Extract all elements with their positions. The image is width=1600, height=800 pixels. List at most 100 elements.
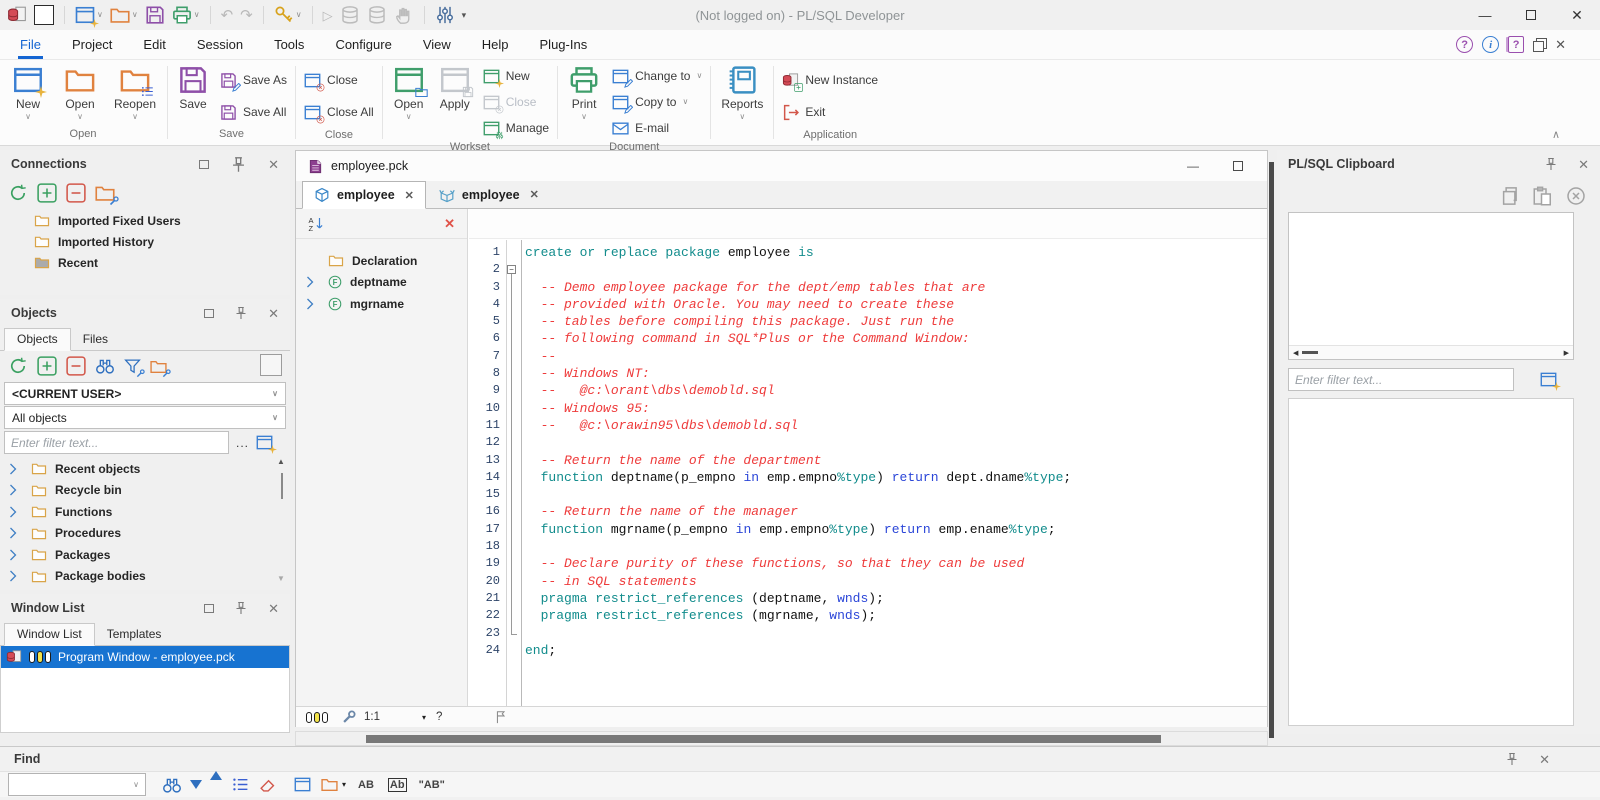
close-menu-icon[interactable]: ✕ — [1555, 37, 1566, 53]
ribbon-workset-new-button[interactable]: New — [478, 63, 554, 89]
manual-icon[interactable]: ? — [1508, 36, 1524, 53]
configure-connections-icon[interactable] — [95, 183, 115, 203]
redo-icon[interactable]: ↷ — [240, 8, 253, 23]
maximize-panel-icon[interactable] — [204, 604, 214, 613]
remove-icon[interactable] — [66, 356, 86, 376]
paste-icon[interactable] — [1532, 186, 1552, 206]
save-file-button[interactable] — [145, 5, 165, 25]
window-list-item-selected[interactable]: Program Window - employee.pck — [1, 646, 289, 668]
clipboard-scrollbar[interactable]: ◀ ▶ — [1289, 345, 1573, 359]
clipboard-filter-input[interactable] — [1288, 368, 1514, 391]
find-search-combobox[interactable]: ∨ — [8, 773, 146, 796]
tree-item[interactable]: Imported Fixed Users — [0, 210, 290, 231]
info-icon[interactable]: i — [1482, 36, 1499, 53]
menu-item-project[interactable]: Project — [70, 30, 114, 60]
commit-icon[interactable] — [340, 5, 360, 25]
maximize-panel-icon[interactable] — [204, 309, 214, 318]
browser-folders-icon[interactable] — [150, 358, 167, 375]
pin-icon[interactable] — [1506, 752, 1518, 766]
menu-item-help[interactable]: Help — [480, 30, 511, 60]
tab-package-spec[interactable]: employee ✕ — [302, 181, 426, 209]
ribbon-close-all-button[interactable]: Close All — [299, 99, 379, 125]
remove-connection-icon[interactable] — [66, 183, 86, 203]
ribbon-new-button[interactable]: New ∨ — [2, 63, 54, 121]
maximize-button[interactable] — [1508, 0, 1554, 30]
minimize-window-icon[interactable]: — — [1187, 159, 1199, 173]
search-folder-icon[interactable] — [321, 776, 338, 793]
objects-scrollbar[interactable]: ▲ ▼ — [275, 457, 288, 587]
new-window-button[interactable]: ∨ — [75, 5, 103, 25]
tree-item[interactable]: Recent objects — [0, 458, 290, 480]
ribbon-reopen-button[interactable]: Reopen ∨ — [106, 63, 164, 121]
objects-filter-input[interactable] — [4, 431, 229, 454]
ribbon-change-to-button[interactable]: Change to ∨ — [607, 63, 707, 89]
tree-item[interactable]: Recycle bin — [0, 480, 290, 502]
scrollbar-thumb[interactable] — [366, 735, 1161, 743]
ribbon-collapse-button[interactable]: ∧ — [1552, 128, 1560, 141]
clear-icon[interactable] — [1566, 186, 1586, 206]
open-in-new-window-icon[interactable] — [1540, 371, 1557, 388]
ribbon-reports-button[interactable]: Reports ∨ — [714, 63, 770, 121]
clipboard-content-area[interactable] — [1288, 398, 1574, 726]
ribbon-workset-open-button[interactable]: Open ∨ — [386, 63, 432, 121]
sort-alpha-icon[interactable] — [308, 216, 324, 232]
quoted-match-icon[interactable]: "AB" — [419, 779, 445, 791]
tree-item[interactable]: Procedures — [0, 523, 290, 545]
menu-item-tools[interactable]: Tools — [272, 30, 306, 60]
preferences-icon[interactable] — [435, 5, 455, 25]
tree-item[interactable]: Recent — [0, 252, 290, 273]
scrollbar-thumb[interactable] — [1302, 351, 1318, 354]
tree-item[interactable]: Imported History — [0, 231, 290, 252]
menu-item-file[interactable]: File — [18, 30, 43, 60]
search-down-icon[interactable] — [190, 780, 202, 789]
browser-item[interactable]: mgrname — [296, 293, 467, 315]
close-browser-icon[interactable]: ✕ — [444, 216, 455, 232]
find-search-icon[interactable] — [162, 775, 182, 795]
whole-word-icon[interactable]: Ab — [388, 778, 407, 792]
color-indicator-button[interactable] — [260, 354, 282, 376]
ribbon-save-all-button[interactable]: Save All — [215, 99, 292, 125]
ribbon-new-instance-button[interactable]: New Instance — [777, 67, 883, 93]
fold-marker[interactable]: − — [505, 261, 519, 278]
ribbon-workset-manage-button[interactable]: Manage — [478, 115, 554, 141]
close-panel-icon[interactable]: ✕ — [1539, 753, 1550, 766]
undo-icon[interactable]: ↶ — [221, 8, 234, 23]
close-tab-icon[interactable]: ✕ — [405, 189, 414, 202]
ribbon-save-button[interactable]: Save — [171, 63, 215, 111]
close-button[interactable]: ✕ — [1554, 0, 1600, 30]
search-up-icon[interactable] — [210, 780, 222, 789]
maximize-panel-icon[interactable] — [199, 160, 209, 169]
user-select[interactable]: <CURRENT USER> ∨ — [4, 382, 286, 405]
ribbon-copy-to-button[interactable]: Copy to ∨ — [607, 89, 707, 115]
clipboard-splitter[interactable] — [1269, 162, 1274, 738]
editor-horizontal-scrollbar[interactable] — [295, 731, 1268, 746]
tab-files[interactable]: Files — [71, 329, 120, 350]
tree-item[interactable]: Functions — [0, 501, 290, 523]
clear-results-icon[interactable] — [259, 776, 276, 793]
add-icon[interactable] — [37, 356, 57, 376]
scroll-down-icon[interactable]: ▼ — [277, 574, 285, 583]
filter-more-button[interactable]: ... — [236, 436, 249, 450]
ribbon-workset-apply-button[interactable]: Apply — [432, 63, 478, 111]
menu-item-edit[interactable]: Edit — [141, 30, 167, 60]
copy-icon[interactable] — [1498, 186, 1518, 206]
add-connection-icon[interactable] — [37, 183, 57, 203]
tab-objects[interactable]: Objects — [4, 328, 71, 351]
browser-filter-icon[interactable] — [124, 358, 141, 375]
close-panel-icon[interactable]: ✕ — [268, 158, 279, 171]
maximize-window-icon[interactable] — [1233, 161, 1243, 171]
ribbon-save-as-button[interactable]: Save As — [215, 67, 292, 93]
clipboard-list[interactable]: ◀ ▶ — [1288, 212, 1574, 360]
execute-icon[interactable]: ▷ — [323, 9, 333, 22]
code-editor[interactable]: 1create or replace package employee is2−… — [469, 209, 1267, 706]
status-dropdown-icon[interactable]: ▾ — [422, 713, 426, 722]
search-window-icon[interactable] — [294, 776, 311, 793]
folder-dropdown-icon[interactable]: ▾ — [342, 780, 346, 789]
ribbon-email-button[interactable]: E-mail — [607, 115, 707, 141]
scrollbar-thumb[interactable] — [281, 473, 283, 499]
match-case-icon[interactable]: AB — [358, 779, 374, 791]
menu-item-configure[interactable]: Configure — [333, 30, 393, 60]
object-filter-select[interactable]: All objects ∨ — [4, 406, 286, 429]
code-area[interactable]: 1create or replace package employee is2−… — [469, 240, 1267, 706]
blank-document-icon[interactable] — [34, 5, 54, 25]
